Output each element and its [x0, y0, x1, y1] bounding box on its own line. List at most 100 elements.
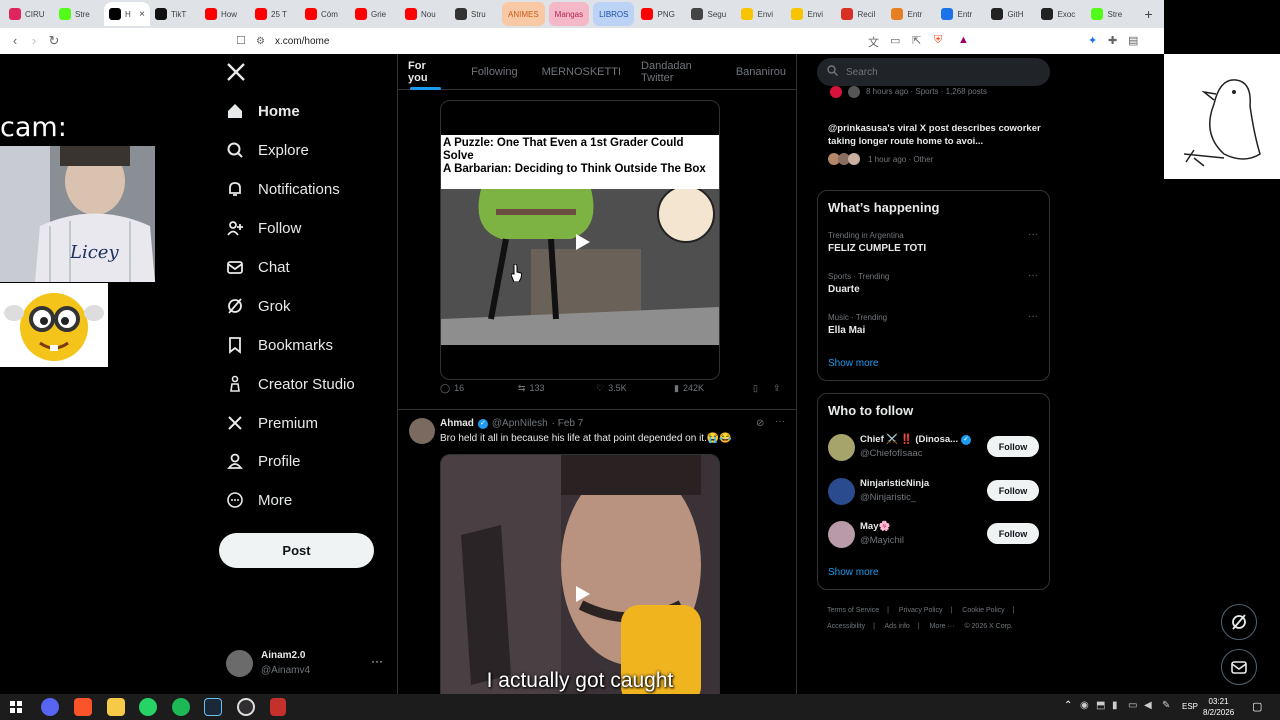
browser-tab[interactable]: Envi	[786, 2, 836, 26]
sidebar-item-explore[interactable]: Explore	[226, 141, 309, 159]
trend-item[interactable]: Music · Trending Ella Mai ···	[828, 311, 1038, 336]
spotify-app-icon[interactable]	[172, 698, 190, 716]
messages-float-button[interactable]	[1221, 649, 1257, 685]
browser-tab[interactable]: PNG	[636, 2, 686, 26]
play-icon[interactable]	[569, 581, 595, 607]
microphone-icon[interactable]: ▮	[1112, 700, 1118, 711]
grok-float-button[interactable]	[1221, 604, 1257, 640]
follow-suggestion[interactable]: Chief ⚔️ ‼️ (Dinosa... ✓ @ChiefofIsaac F…	[818, 432, 1049, 462]
volume-icon[interactable]: ◀	[1144, 700, 1152, 711]
browser-tab[interactable]: Cóm	[300, 2, 350, 26]
sidebar-item-follow[interactable]: Follow	[226, 219, 301, 237]
sidebar-toggle-icon[interactable]: ▤	[1128, 34, 1138, 47]
cast-icon[interactable]: ▭	[890, 34, 900, 47]
post-video[interactable]: I actually got caught	[440, 454, 720, 694]
puzzle-icon[interactable]: ✚	[1108, 34, 1117, 47]
discord-app-icon[interactable]	[41, 698, 59, 716]
follow-button[interactable]: Follow	[987, 436, 1039, 457]
sidebar-item-notifications[interactable]: Notifications	[226, 180, 340, 198]
sidebar-item-premium[interactable]: Premium	[226, 414, 318, 432]
file-explorer-icon[interactable]	[107, 698, 125, 716]
play-icon[interactable]	[569, 229, 595, 255]
news-item[interactable]: @prinkasusa's viral X post describes cow…	[828, 122, 1046, 165]
recording-app-icon[interactable]	[270, 698, 286, 716]
tab-dandadan-twitter[interactable]: Dandadan Twitter	[631, 54, 726, 90]
post-date[interactable]: · Feb 7	[552, 418, 584, 429]
forward-icon[interactable]: ›	[24, 33, 44, 48]
grok-icon[interactable]: ⊘	[756, 418, 764, 429]
follow-suggestion[interactable]: NinjaristicNinja @Ninjaristic_ Follow	[818, 476, 1049, 506]
browser-tab[interactable]: Entr	[886, 2, 936, 26]
browser-tab[interactable]: Entr	[936, 2, 986, 26]
browser-tab[interactable]: TikT	[150, 2, 200, 26]
browser-tab[interactable]: Envi	[736, 2, 786, 26]
browser-tab[interactable]: Stru	[450, 2, 500, 26]
system-clock[interactable]: 03:21 8/2/2026	[1203, 696, 1234, 718]
tab-bananirou[interactable]: Bananirou	[726, 54, 796, 90]
share-icon[interactable]: ⇱	[912, 34, 921, 47]
back-icon[interactable]: ‹	[5, 33, 25, 48]
sidebar-item-more[interactable]: More	[226, 491, 292, 509]
sidebar-item-profile[interactable]: Profile	[226, 452, 301, 470]
steam-app-icon[interactable]	[204, 698, 222, 716]
obs-app-icon[interactable]	[237, 698, 255, 716]
more-dots-icon[interactable]: ···	[775, 416, 785, 427]
tab-following[interactable]: Following	[453, 54, 527, 90]
trend-item[interactable]: Sports · Trending Duarte ···	[828, 270, 1038, 295]
browser-tab[interactable]: Grie	[350, 2, 400, 26]
whatsapp-app-icon[interactable]	[139, 698, 157, 716]
footer-link[interactable]: Terms of Service	[827, 607, 879, 614]
post-video[interactable]: A Puzzle: One That Even a 1st Grader Cou…	[440, 100, 720, 380]
steam-tray-icon[interactable]: ◉	[1080, 700, 1089, 711]
tab-group-chip[interactable]: LIBROS	[593, 2, 635, 26]
extension-icon[interactable]: ✦	[1088, 34, 1097, 47]
browser-tab[interactable]: Segu	[686, 2, 736, 26]
notifications-tray-icon[interactable]: ▢	[1252, 700, 1262, 713]
like-button[interactable]: ♡ 3.5K	[596, 383, 627, 394]
tray-chevron-icon[interactable]: ⌃	[1064, 700, 1072, 711]
follow-suggestion[interactable]: May🌸 @Mayichil Follow	[818, 519, 1049, 549]
browser-tab[interactable]: Exoc	[1036, 2, 1086, 26]
more-dots-icon[interactable]: ···	[1028, 229, 1038, 240]
show-more-link[interactable]: Show more	[828, 358, 879, 369]
footer-link[interactable]: More ···	[930, 623, 955, 630]
footer-link[interactable]: Ads info	[885, 623, 910, 630]
browser-tab[interactable]: How	[200, 2, 250, 26]
author-name[interactable]: Ahmad	[440, 418, 474, 429]
more-dots-icon[interactable]: ···	[1028, 270, 1038, 281]
search-input[interactable]: Search	[817, 58, 1050, 86]
show-more-link[interactable]: Show more	[828, 567, 879, 578]
browser-tab[interactable]: H ×	[104, 2, 150, 26]
browser-tab[interactable]: Nou	[400, 2, 450, 26]
follow-button[interactable]: Follow	[987, 523, 1039, 544]
brave-app-icon[interactable]	[74, 698, 92, 716]
views-button[interactable]: ▮ 242K	[674, 383, 704, 394]
tab-for-you[interactable]: For you	[398, 54, 453, 90]
avatar[interactable]	[409, 418, 435, 444]
browser-tab[interactable]: Stre	[54, 2, 104, 26]
tab-mernosketti[interactable]: MERNOSKETTI	[528, 54, 631, 90]
reload-icon[interactable]: ↻	[44, 33, 64, 49]
windows-start-icon[interactable]	[10, 701, 22, 713]
network-icon[interactable]: ▭	[1128, 700, 1137, 711]
tab-group-chip[interactable]: Mangas	[548, 2, 590, 26]
brave-shield-icon[interactable]: ⛨	[934, 34, 942, 47]
more-dots-icon[interactable]: ···	[1028, 311, 1038, 322]
browser-tab[interactable]: CIRU	[4, 2, 54, 26]
bookmark-button[interactable]: ▯	[753, 383, 758, 394]
post-button[interactable]: Post	[219, 533, 374, 568]
bookmark-star-icon[interactable]: ☐	[236, 34, 246, 47]
new-tab-button[interactable]: +	[1136, 6, 1160, 22]
translate-icon[interactable]: 文	[868, 34, 879, 50]
footer-link[interactable]: Cookie Policy	[962, 607, 1004, 614]
follow-button[interactable]: Follow	[987, 480, 1039, 501]
close-tab-icon[interactable]: ×	[139, 9, 145, 20]
sidebar-item-home[interactable]: Home	[226, 102, 300, 120]
share-button[interactable]: ⇪	[773, 383, 781, 394]
browser-tab[interactable]: GitH	[986, 2, 1036, 26]
footer-link[interactable]: Privacy Policy	[899, 607, 943, 614]
tray-icon[interactable]: ⬒	[1096, 700, 1105, 711]
more-dots-icon[interactable]: ···	[371, 654, 383, 668]
sidebar-item-bookmarks[interactable]: Bookmarks	[226, 336, 333, 354]
pen-icon[interactable]: ✎	[1162, 700, 1170, 711]
